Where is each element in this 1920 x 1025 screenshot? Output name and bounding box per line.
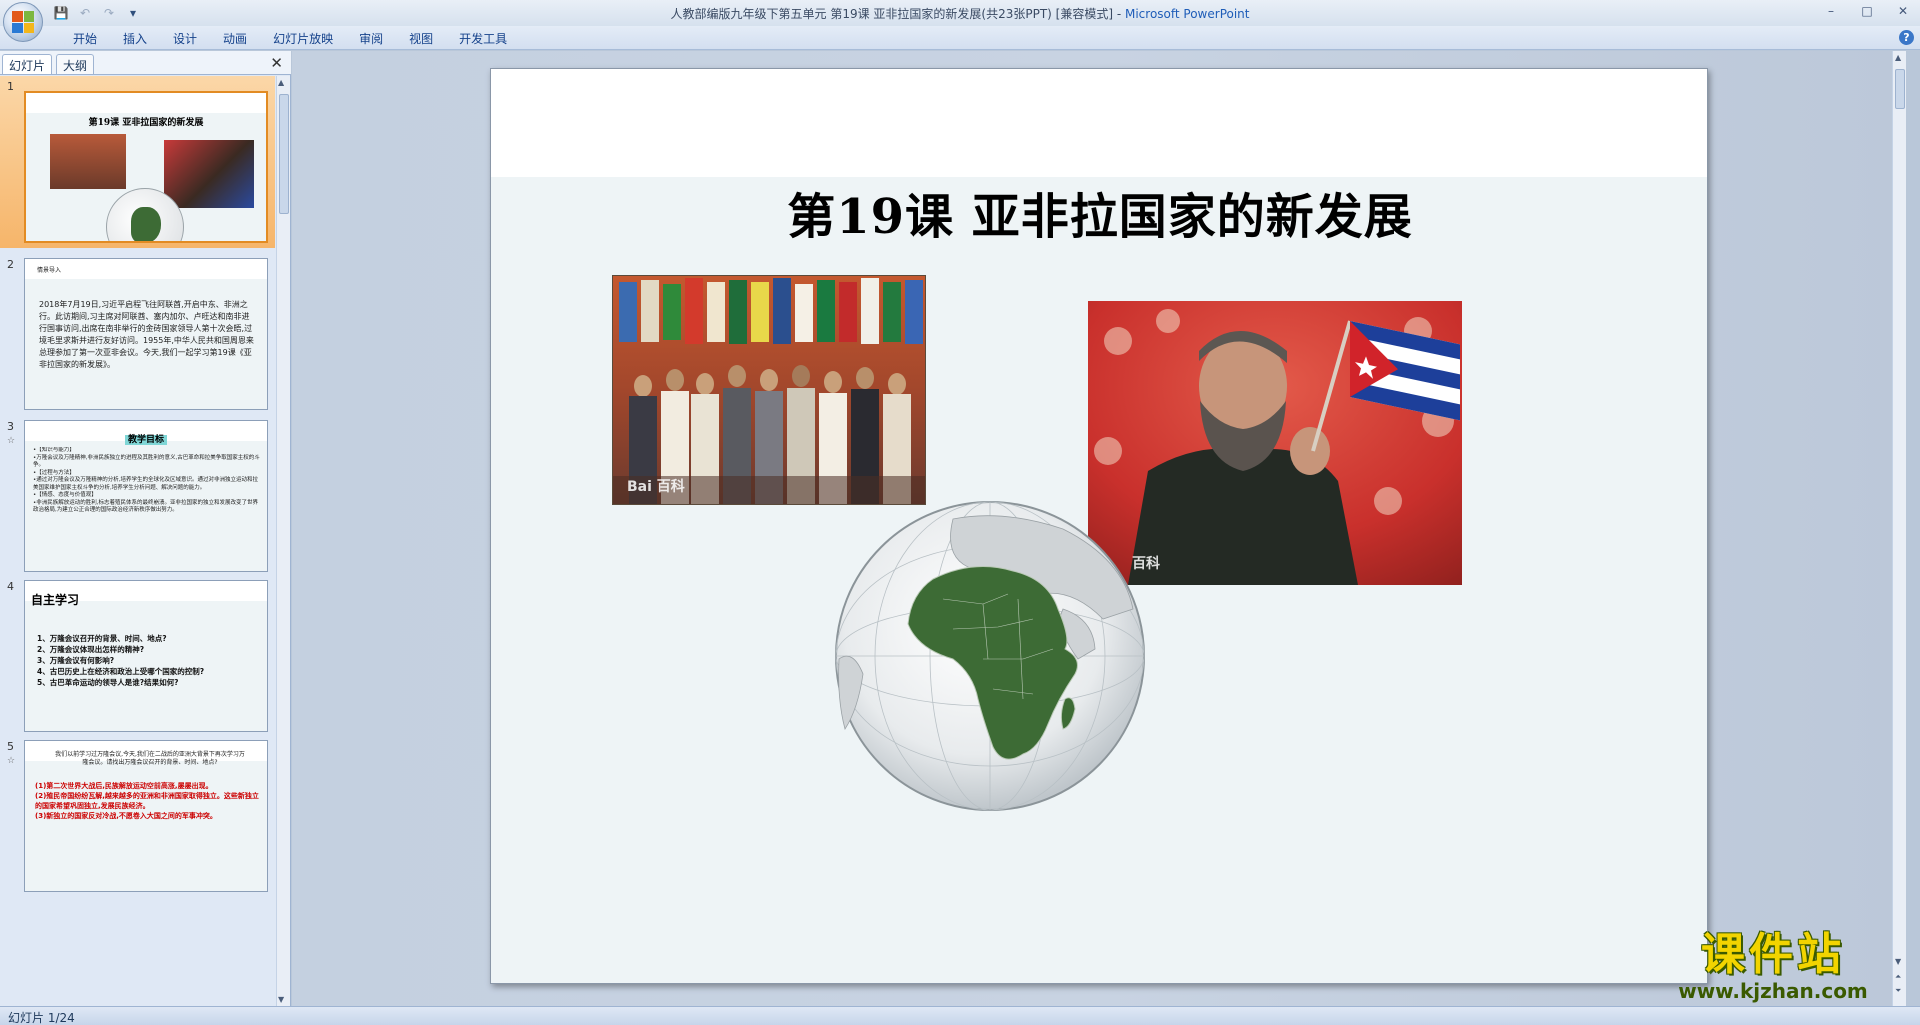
tab-slideshow[interactable]: 幻灯片放映 [260,30,346,48]
thumbnail-castro-image [164,140,254,208]
africa-globe-image[interactable] [833,499,1148,814]
thumbnail-slide-4[interactable]: 自主学习 1、万隆会议召开的背景、时间、地点? 2、万隆会议体现出怎样的精神? … [24,580,268,732]
scroll-up-icon[interactable]: ▲ [278,78,284,87]
pane-close-icon[interactable]: ✕ [270,54,283,72]
baidu-watermark: Bai 百科 [627,479,685,495]
thumbnail-intro: 我们以前学习过万隆会议,今天,我们在二战后的亚洲大背景下再次学习万隆会议。请找出… [55,751,245,766]
thumbnail-body: 2018年7月19日,习近平启程飞往阿联酋,开启中东、非洲之行。此访期间,习主席… [39,300,254,369]
slide-counter: 幻灯片 1/24 [8,1011,75,1025]
slide-title[interactable]: 第19课 亚非拉国家的新发展 [491,177,1707,247]
site-logo: 课件站 www.kjzhan.com [1654,930,1892,1005]
thumbnail-title: 自主学习 [31,593,80,607]
thumbnail-item[interactable]: 5 ☆ 我们以前学习过万隆会议,今天,我们在二战后的亚洲大背景下再次学习万隆会议… [0,736,275,896]
slides-pane: 幻灯片 大纲 ✕ 1 第19课 亚非拉国家的新发展 2 情景导入 2018年7月… [0,51,291,1006]
customize-qat-icon[interactable]: ▾ [124,4,142,21]
thumbnail-title: 教学目标 [124,435,167,445]
tab-developer[interactable]: 开发工具 [446,30,520,48]
redo-icon[interactable]: ↷ [100,4,118,21]
current-slide[interactable]: 第19课 亚非拉国家的新发展 Bai 百科 百科 [490,68,1708,984]
save-icon[interactable]: 💾 [52,4,70,21]
document-title: 人教部编版九年级下第五单元 第19课 亚非拉国家的新发展(共23张PPT) [兼… [670,7,1114,21]
scroll-up-icon[interactable]: ▲ [1895,53,1901,62]
thumbnail-body: 1、万隆会议召开的背景、时间、地点? 2、万隆会议体现出怎样的精神? 3、万隆会… [37,634,205,687]
thumbnail-slide-2[interactable]: 情景导入 2018年7月19日,习近平启程飞往阿联酋,开启中东、非洲之行。此访期… [24,258,268,410]
title-bar: 人教部编版九年级下第五单元 第19课 亚非拉国家的新发展(共23张PPT) [兼… [0,0,1920,26]
animation-star-icon: ☆ [7,436,16,446]
slide-canvas: 第19课 亚非拉国家的新发展 Bai 百科 百科 ▲ ▼ ⏶ ⏷ [292,51,1906,1006]
thumbnail-item[interactable]: 2 情景导入 2018年7月19日,习近平启程飞往阿联酋,开启中东、非洲之行。此… [0,254,275,414]
scroll-down-icon[interactable]: ▼ [278,995,284,1004]
window-controls: – □ ✕ [1818,2,1916,20]
office-button[interactable] [3,2,43,42]
close-button[interactable]: ✕ [1890,2,1916,20]
thumbnail-flags-image [50,134,126,189]
thumbnail-body: (1)第二次世界大战后,民族解放运动空前高涨,屡屡出现。 (2)殖民帝国纷纷瓦解… [35,782,259,820]
animation-star-icon: ☆ [7,756,16,766]
thumbnail-heading: 情景导入 [37,267,62,274]
tab-insert[interactable]: 插入 [110,30,160,48]
undo-icon[interactable]: ↶ [76,4,94,21]
pane-tabs: 幻灯片 大纲 ✕ [0,51,291,75]
tab-design[interactable]: 设计 [160,30,210,48]
maximize-button[interactable]: □ [1854,2,1880,20]
office-logo-icon [12,11,34,33]
thumbnail-number: 2 [7,258,14,271]
thumbnail-number: 5 [7,740,14,753]
quick-access-toolbar: 💾 ↶ ↷ ▾ [52,4,142,21]
status-bar: 幻灯片 1/24 [0,1006,1920,1025]
globe-illustration [835,501,1145,811]
thumbnail-number: 1 [7,80,14,93]
minimize-button[interactable]: – [1818,2,1844,20]
ribbon-tabs: 开始 插入 设计 动画 幻灯片放映 审阅 视图 开发工具 [60,30,520,48]
thumbnail-slide-3[interactable]: 教学目标 •【知识与能力】 •万隆会议及万隆精神,非洲民族独立的进程及其胜利的意… [24,420,268,572]
app-name: Microsoft PowerPoint [1124,7,1250,21]
ribbon-tabs-bar: 开始 插入 设计 动画 幻灯片放映 审阅 视图 开发工具 ? [0,26,1920,50]
tab-review[interactable]: 审阅 [346,30,396,48]
tab-slides[interactable]: 幻灯片 [2,54,53,74]
thumbnail-scrollbar[interactable]: ▲ ▼ [276,76,290,1006]
tab-home[interactable]: 开始 [60,30,110,48]
tab-animations[interactable]: 动画 [210,30,260,48]
scroll-down-icon[interactable]: ▼ [1895,957,1901,966]
help-icon[interactable]: ? [1899,30,1914,45]
bandung-photo-illustration [613,276,925,504]
scrollbar-thumb[interactable] [279,94,289,214]
thumbnail-item[interactable]: 3 ☆ 教学目标 •【知识与能力】 •万隆会议及万隆精神,非洲民族独立的进程及其… [0,416,275,581]
site-logo-name: 课件站 [1701,929,1845,980]
window-title: 人教部编版九年级下第五单元 第19课 亚非拉国家的新发展(共23张PPT) [兼… [0,5,1920,22]
thumbnail-list: 1 第19课 亚非拉国家的新发展 2 情景导入 2018年7月19日,习近平启程… [0,76,275,1006]
title-separator: - [1113,7,1125,21]
thumbnail-slide-5[interactable]: 我们以前学习过万隆会议,今天,我们在二战后的亚洲大背景下再次学习万隆会议。请找出… [24,740,268,892]
slide-scrollbar[interactable]: ▲ ▼ ⏶ ⏷ [1892,51,1906,1006]
bandung-conference-photo[interactable]: Bai 百科 [612,275,926,505]
thumbnail-number: 4 [7,580,14,593]
thumbnail-item[interactable]: 1 第19课 亚非拉国家的新发展 [0,76,275,248]
previous-slide-icon[interactable]: ⏶ [1895,972,1901,982]
scrollbar-thumb[interactable] [1895,69,1905,109]
thumbnail-number: 3 [7,420,14,433]
tab-view[interactable]: 视图 [396,30,446,48]
site-logo-url: www.kjzhan.com [1678,979,1868,1003]
thumbnail-slide-1[interactable]: 第19课 亚非拉国家的新发展 [24,91,268,243]
powerpoint-window: 人教部编版九年级下第五单元 第19课 亚非拉国家的新发展(共23张PPT) [兼… [0,0,1920,1025]
thumbnail-body: •【知识与能力】 •万隆会议及万隆精神,非洲民族独立的进程及其胜利的意义,古巴革… [33,447,260,513]
thumbnail-item[interactable]: 4 自主学习 1、万隆会议召开的背景、时间、地点? 2、万隆会议体现出怎样的精神… [0,576,275,736]
next-slide-icon[interactable]: ⏷ [1895,986,1901,996]
thumbnail-title: 第19课 亚非拉国家的新发展 [88,118,204,128]
tab-outline[interactable]: 大纲 [56,54,95,74]
